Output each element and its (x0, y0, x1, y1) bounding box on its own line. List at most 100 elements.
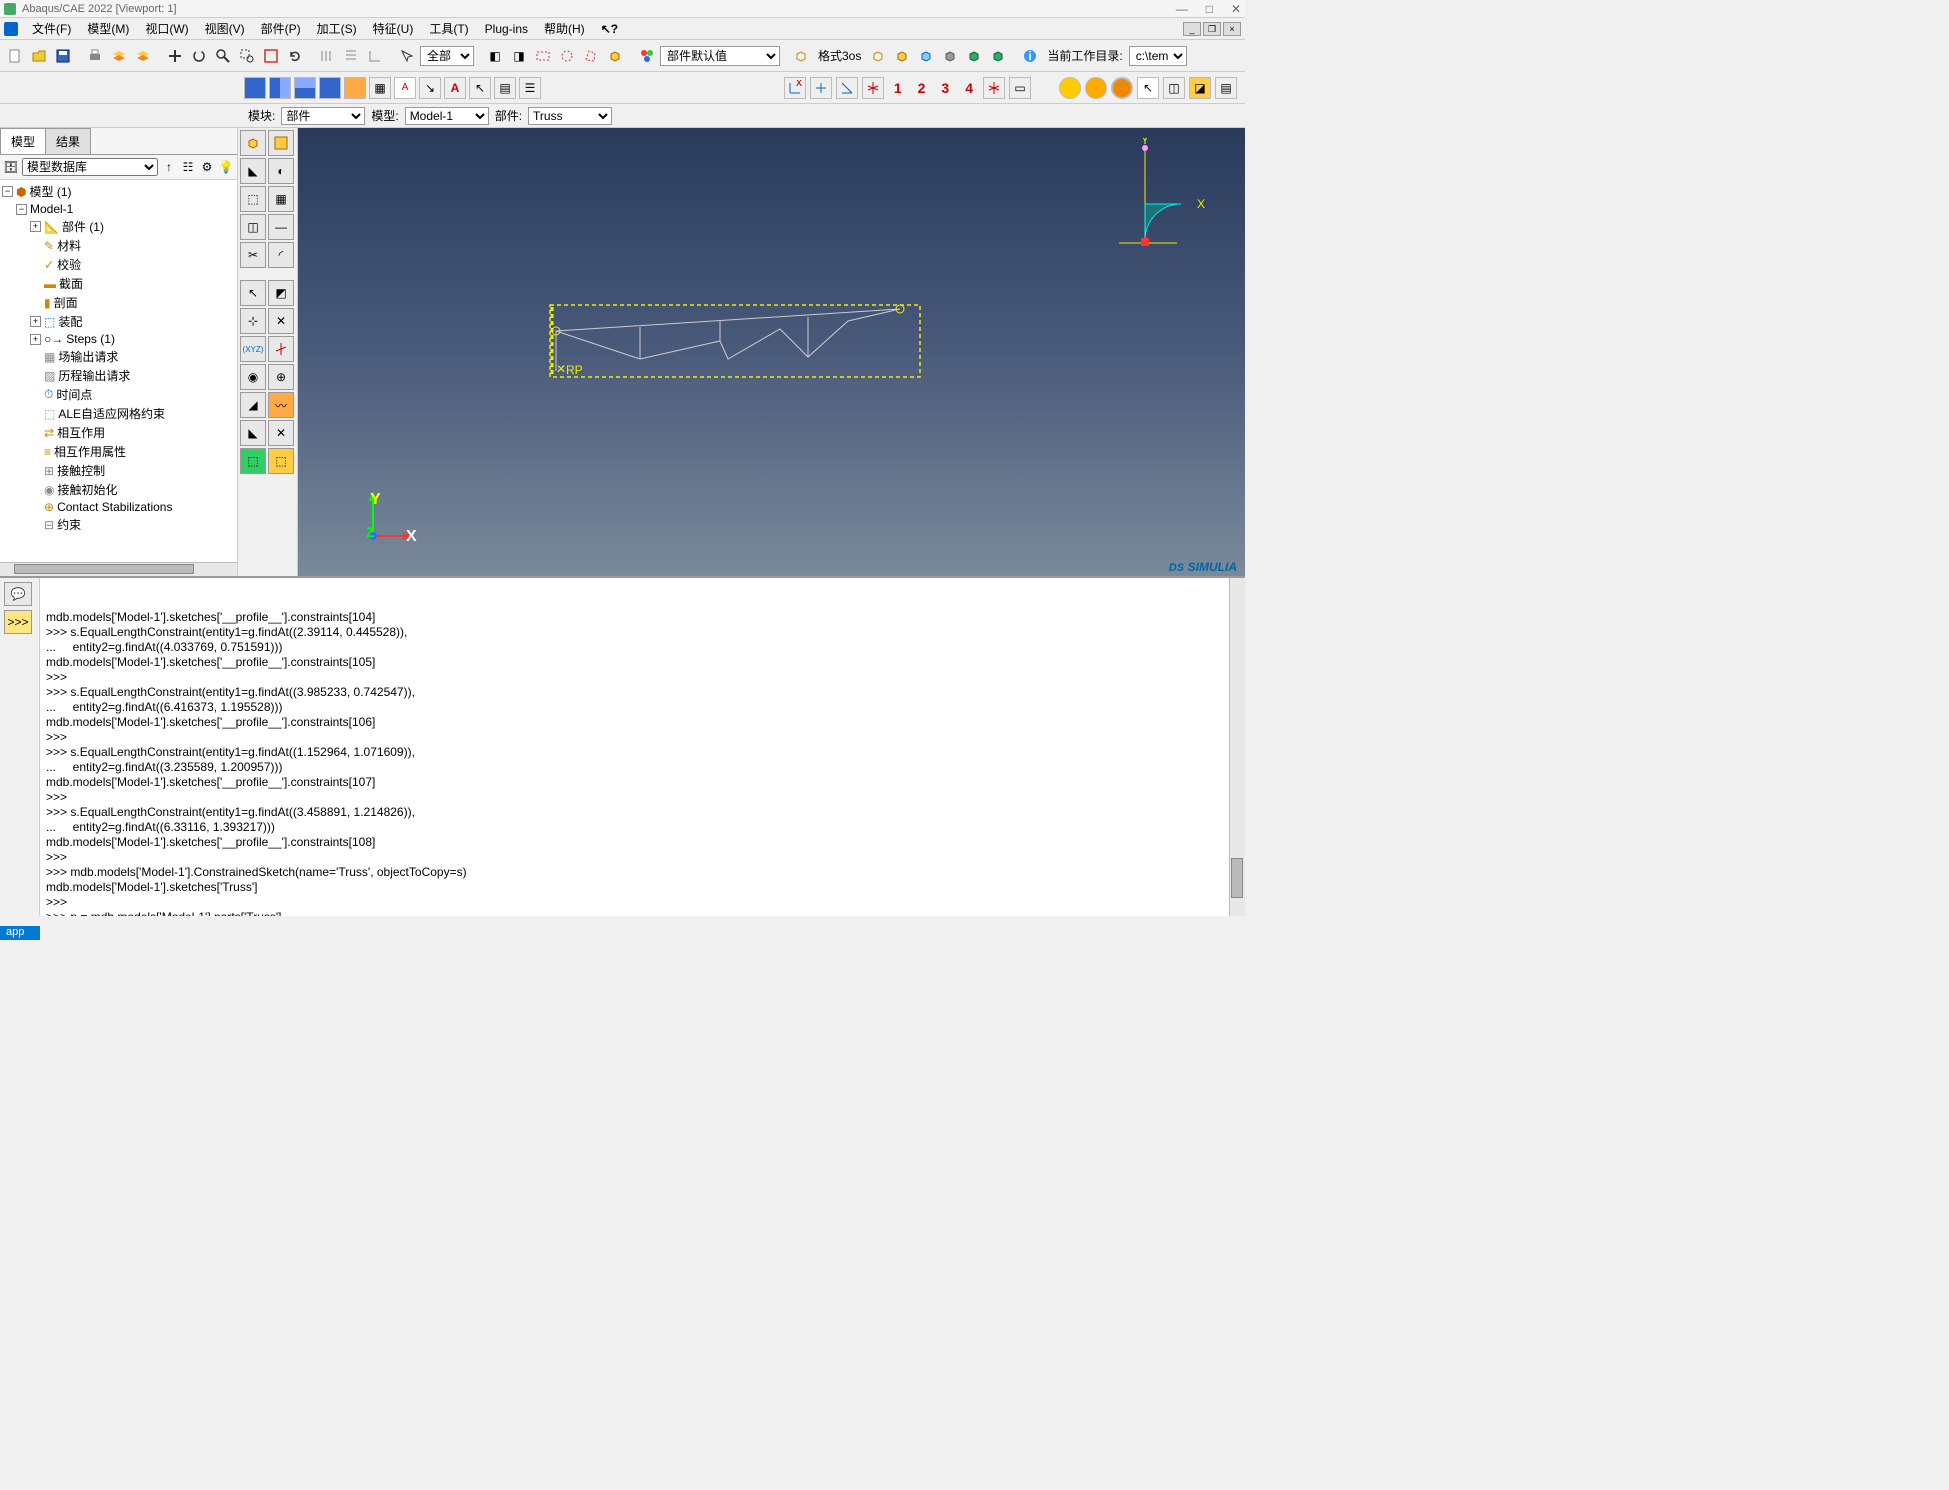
tree-item[interactable]: 校验 (57, 256, 81, 273)
menu-file[interactable]: 文件(F) (24, 18, 79, 39)
csys-yz-button[interactable] (810, 77, 832, 99)
render5-button[interactable] (963, 45, 985, 67)
menu-model[interactable]: 模型(M) (79, 18, 137, 39)
model-tree[interactable]: −⬢模型 (1) −Model-1 +📐部件 (1) ✎材料 ✓校验 ▬截面 ▮… (0, 180, 237, 562)
mesh2-button[interactable]: ⬚ (268, 448, 294, 474)
view-save-button[interactable]: ▭ (1009, 77, 1031, 99)
tree-up-icon[interactable]: ↑ (161, 159, 177, 175)
menu-plugins[interactable]: Plug-ins (477, 20, 536, 38)
selection-filter-select[interactable]: 全部 (420, 46, 474, 66)
list2-button[interactable]: ☰ (519, 77, 541, 99)
tree-scrollbar[interactable] (0, 562, 237, 576)
geom4-button[interactable]: ✕ (268, 420, 294, 446)
grid1-button[interactable] (316, 45, 338, 67)
taskbar-app[interactable]: app (0, 926, 40, 940)
revolve-button[interactable]: ◐ (268, 158, 294, 184)
cut-button[interactable]: ✂ (240, 242, 266, 268)
render1-button[interactable] (867, 45, 889, 67)
sphere2-icon[interactable] (1085, 77, 1107, 99)
poly-sel-button[interactable] (580, 45, 602, 67)
tree-item[interactable]: 场输出请求 (58, 348, 118, 365)
grid3-button[interactable] (364, 45, 386, 67)
tree-item[interactable]: 截面 (59, 275, 83, 292)
open-button[interactable] (28, 45, 50, 67)
color-scheme-select[interactable]: 部件默认值 (660, 46, 780, 66)
menu-help[interactable]: 帮助(H) (536, 18, 593, 39)
model-select[interactable]: Model-1 (405, 107, 489, 125)
shell-button[interactable]: ◫ (240, 214, 266, 240)
geom1-button[interactable]: ◢ (240, 392, 266, 418)
menu-part[interactable]: 部件(P) (253, 18, 309, 39)
menu-viewport[interactable]: 视口(W) (137, 18, 196, 39)
next-button[interactable]: ◨ (508, 45, 530, 67)
expander-icon[interactable]: + (30, 334, 41, 345)
tab-results[interactable]: 结果 (45, 128, 91, 154)
expander-icon[interactable]: − (2, 186, 13, 197)
info-button[interactable]: i (1019, 45, 1041, 67)
circ-sel-button[interactable] (556, 45, 578, 67)
query-button[interactable]: ↖ (1137, 77, 1159, 99)
round-button[interactable]: ◜ (268, 242, 294, 268)
cycle-button[interactable] (284, 45, 306, 67)
loft-button[interactable]: ▦ (268, 186, 294, 212)
sphere1-icon[interactable] (1059, 77, 1081, 99)
vp4-button[interactable] (319, 77, 341, 99)
sphere3-icon[interactable] (1111, 77, 1133, 99)
partition2-button[interactable]: ◩ (268, 280, 294, 306)
viewport-minimize-button[interactable]: _ (1183, 22, 1201, 36)
sweep-button[interactable]: ⬚ (240, 186, 266, 212)
expander-icon[interactable]: + (30, 221, 41, 232)
rotate-button[interactable] (188, 45, 210, 67)
tree-item[interactable]: 部件 (1) (62, 218, 104, 235)
expander-icon[interactable]: − (16, 204, 27, 215)
pointer-button[interactable]: ↖ (469, 77, 491, 99)
view-cycle-button[interactable] (983, 77, 1005, 99)
viewport-close-button[interactable]: × (1223, 22, 1241, 36)
measure-button[interactable]: ◫ (1163, 77, 1185, 99)
menu-shape[interactable]: 加工(S) (309, 18, 365, 39)
wire-button[interactable]: — (268, 214, 294, 240)
prev-button[interactable]: ◧ (484, 45, 506, 67)
view-2-label[interactable]: 2 (912, 80, 932, 96)
render6-button[interactable] (987, 45, 1009, 67)
ref-button[interactable]: ◉ (240, 364, 266, 390)
workdir-select[interactable]: c:\temp (1129, 46, 1187, 66)
csys-xz-button[interactable] (836, 77, 858, 99)
expander-icon[interactable]: + (30, 316, 41, 327)
menu-tools[interactable]: 工具(T) (421, 18, 476, 39)
render4-button[interactable] (939, 45, 961, 67)
python-console[interactable]: mdb.models['Model-1'].sketches['__profil… (40, 578, 1245, 916)
vp2-button[interactable] (269, 77, 291, 99)
part-select[interactable]: Truss (528, 107, 612, 125)
grid2-button[interactable] (340, 45, 362, 67)
tree-item[interactable]: 相互作用 (57, 424, 105, 441)
annotation-button[interactable]: A (394, 77, 416, 99)
tree-item[interactable]: 接触控制 (57, 462, 105, 479)
tree-item[interactable]: ALE自适应网格约束 (58, 405, 165, 422)
render2-button[interactable] (891, 45, 913, 67)
list1-button[interactable]: ▤ (494, 77, 516, 99)
rect-sel-button[interactable] (532, 45, 554, 67)
tree-item[interactable]: 接触初始化 (57, 481, 117, 498)
render3-button[interactable] (915, 45, 937, 67)
view-4-label[interactable]: 4 (959, 80, 979, 96)
report-button[interactable]: ▤ (1215, 77, 1237, 99)
menu-whatsthis[interactable]: ↖? (593, 20, 626, 38)
xyz-button[interactable]: (XYZ) (240, 336, 266, 362)
tree-item[interactable]: 剖面 (54, 294, 78, 311)
tree-settings-icon[interactable]: ⚙ (199, 159, 215, 175)
tree-bulb-icon[interactable]: 💡 (218, 159, 234, 175)
vp5-button[interactable] (344, 77, 366, 99)
new-button[interactable] (4, 45, 26, 67)
vp3-button[interactable] (294, 77, 316, 99)
module-select[interactable]: 部件 (281, 107, 365, 125)
tree-item[interactable]: 装配 (58, 313, 82, 330)
vp1-button[interactable] (244, 77, 266, 99)
arrow-tool-button[interactable]: ↘ (419, 77, 441, 99)
ref2-button[interactable]: ⊕ (268, 364, 294, 390)
tree-item[interactable]: 时间点 (56, 386, 92, 403)
print-button[interactable] (84, 45, 106, 67)
tab-model[interactable]: 模型 (0, 128, 46, 154)
console-msg-button[interactable]: 💬 (4, 582, 32, 606)
highlight-button[interactable]: ◪ (1189, 77, 1211, 99)
